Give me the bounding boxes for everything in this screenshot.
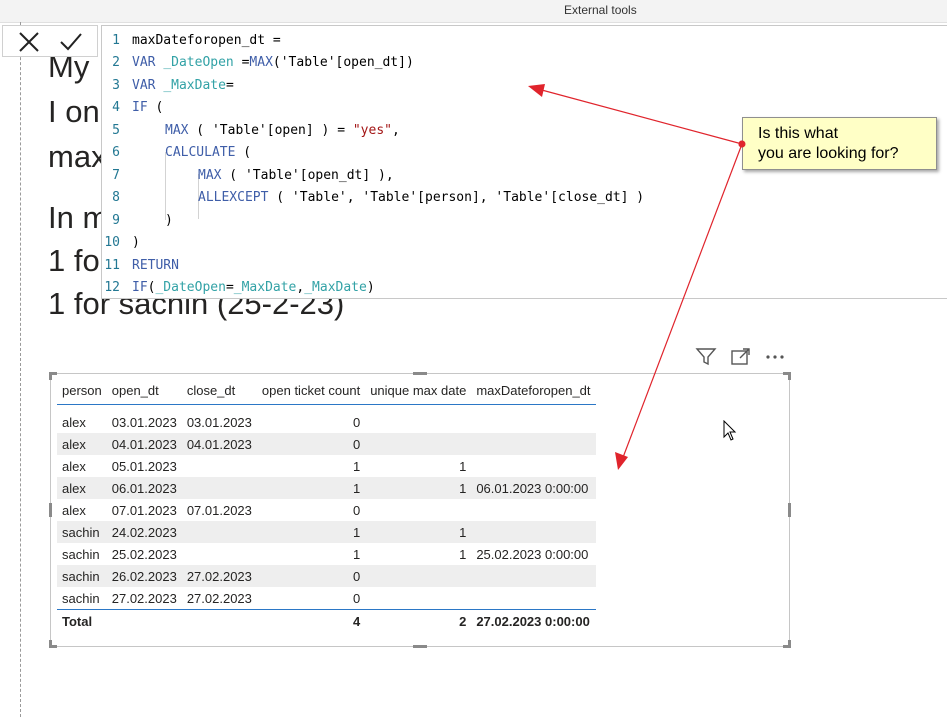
callout-note: Is this what you are looking for?	[742, 117, 937, 170]
annotation-arrows	[528, 84, 746, 470]
arrowhead	[615, 452, 628, 470]
callout-line: you are looking for?	[758, 145, 899, 162]
arrow-to-table	[621, 143, 743, 461]
callout-line: Is this what	[758, 125, 839, 142]
mouse-pointer-icon	[723, 419, 737, 447]
arrowhead	[528, 84, 545, 97]
arrow-to-formula	[537, 88, 743, 145]
